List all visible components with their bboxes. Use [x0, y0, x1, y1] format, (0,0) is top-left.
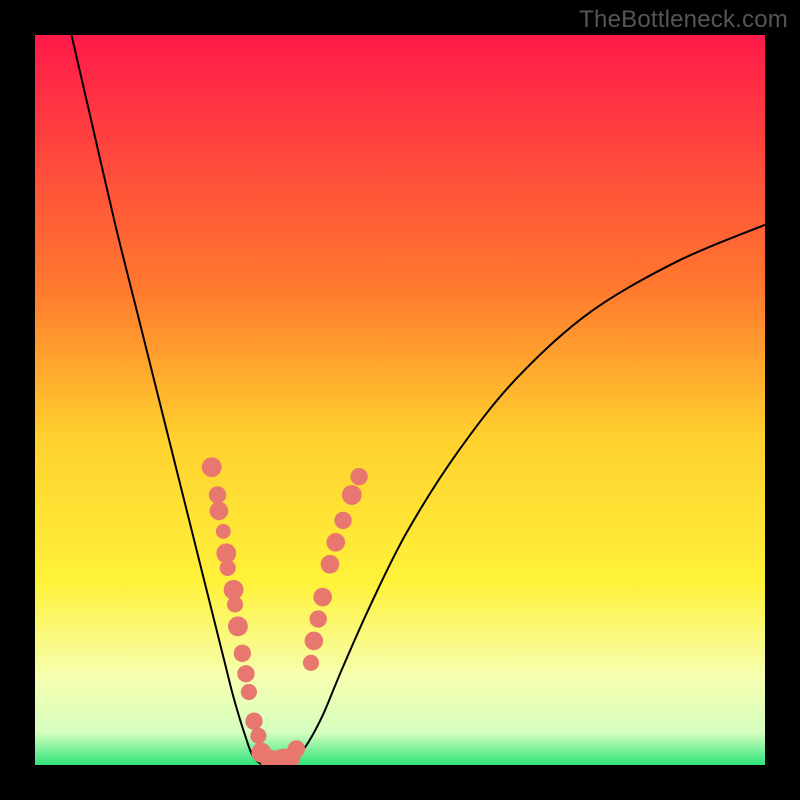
chart-frame: TheBottleneck.com — [0, 0, 800, 800]
bottleneck-chart — [0, 0, 800, 800]
data-point — [209, 486, 226, 503]
data-point — [321, 555, 340, 574]
data-point — [342, 485, 362, 505]
data-point — [220, 560, 236, 576]
data-point — [326, 533, 345, 552]
data-point — [210, 502, 229, 521]
data-point — [237, 665, 254, 682]
data-point — [227, 596, 243, 612]
data-point — [334, 512, 351, 529]
data-point — [202, 457, 222, 477]
data-point — [234, 645, 251, 662]
data-point — [216, 524, 231, 539]
data-point — [245, 713, 262, 730]
data-point — [350, 468, 367, 485]
data-point — [288, 740, 305, 757]
data-point — [305, 632, 324, 651]
gradient-background — [35, 35, 765, 765]
data-point — [228, 616, 248, 636]
data-point — [303, 655, 319, 671]
data-point — [310, 610, 327, 627]
data-point — [250, 728, 266, 744]
data-point — [241, 684, 257, 700]
data-point — [313, 588, 332, 607]
